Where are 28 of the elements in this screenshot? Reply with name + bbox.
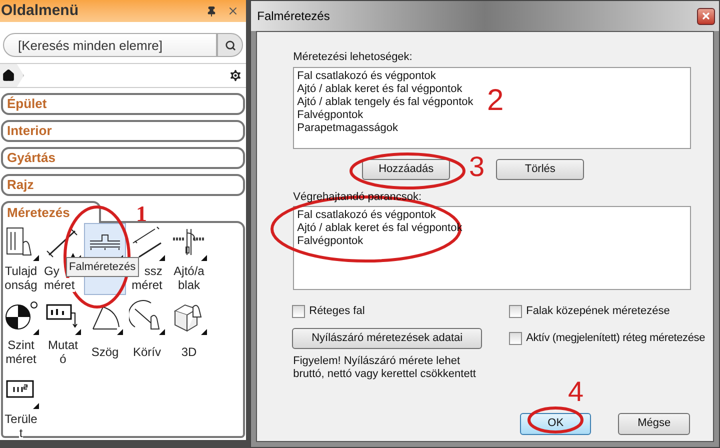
tool-label: Ajtó/a: [174, 264, 204, 278]
checkbox-label: Aktív (megjelenített) réteg méretezése: [526, 330, 705, 346]
tool-label: ó: [60, 352, 66, 366]
tool-label: Szög: [91, 345, 119, 359]
annotation-number: 2: [487, 86, 504, 116]
list-label: Méretezési lehetoségek:: [293, 50, 414, 64]
tooltip: Falméretezés: [66, 257, 139, 277]
annotation-number: 1: [136, 203, 147, 225]
tool-label: Körív: [132, 345, 161, 359]
tool-label: Mutat: [48, 338, 78, 352]
annotation-number: 3: [469, 153, 485, 181]
annotation-number: 4: [568, 378, 584, 406]
tool-label: Tulajd: [4, 264, 38, 278]
tool-label: Terüle: [4, 412, 38, 426]
tool-label: 3D: [181, 345, 197, 359]
tool-label: onság: [4, 278, 38, 292]
tool-label: méret: [132, 278, 162, 292]
tool-label: t: [19, 426, 23, 440]
panel-title: Oldalmenü: [1, 0, 79, 21]
tool-label: blak: [178, 278, 200, 292]
note-text: Figyelem! Nyílászáró mérete lehet bruttó, nettó vagy kerettel csökkentett: [293, 354, 477, 380]
checkbox-label: Réteges fal: [309, 304, 365, 319]
tool-label: méret: [6, 352, 36, 366]
tool-label: Szint: [8, 338, 34, 352]
tool-label: Gy: [44, 264, 60, 278]
dialog-title: Falméretezés: [257, 8, 330, 25]
checkbox-label: Falak közepének méretezése: [526, 304, 670, 319]
tool-label: méret: [44, 278, 75, 292]
